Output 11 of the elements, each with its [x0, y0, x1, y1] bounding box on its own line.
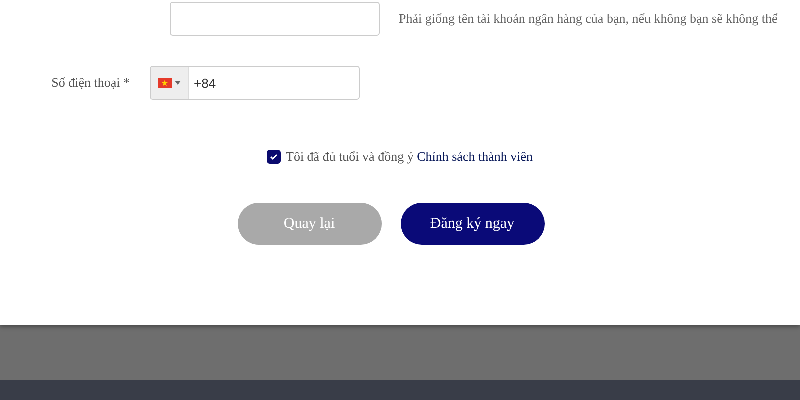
name-input-field[interactable]: [170, 2, 380, 36]
agreement-text: Tôi đã đủ tuổi và đồng ý Chính sách thành viên: [286, 149, 533, 165]
register-button[interactable]: Đăng ký ngay: [400, 203, 544, 245]
caret-icon: [175, 81, 181, 85]
phone-label: Số điện thoại *: [50, 75, 131, 91]
flag-icon: [158, 78, 172, 88]
policy-link[interactable]: Chính sách thành viên: [417, 149, 533, 164]
check-icon: [270, 154, 278, 160]
phone-input-field[interactable]: +84: [150, 66, 360, 100]
agree-checkbox[interactable]: [267, 150, 281, 164]
field-hint: Phải giống tên tài khoản ngân hàng của bạn, nếu không bạn sẽ không thể: [399, 11, 778, 27]
